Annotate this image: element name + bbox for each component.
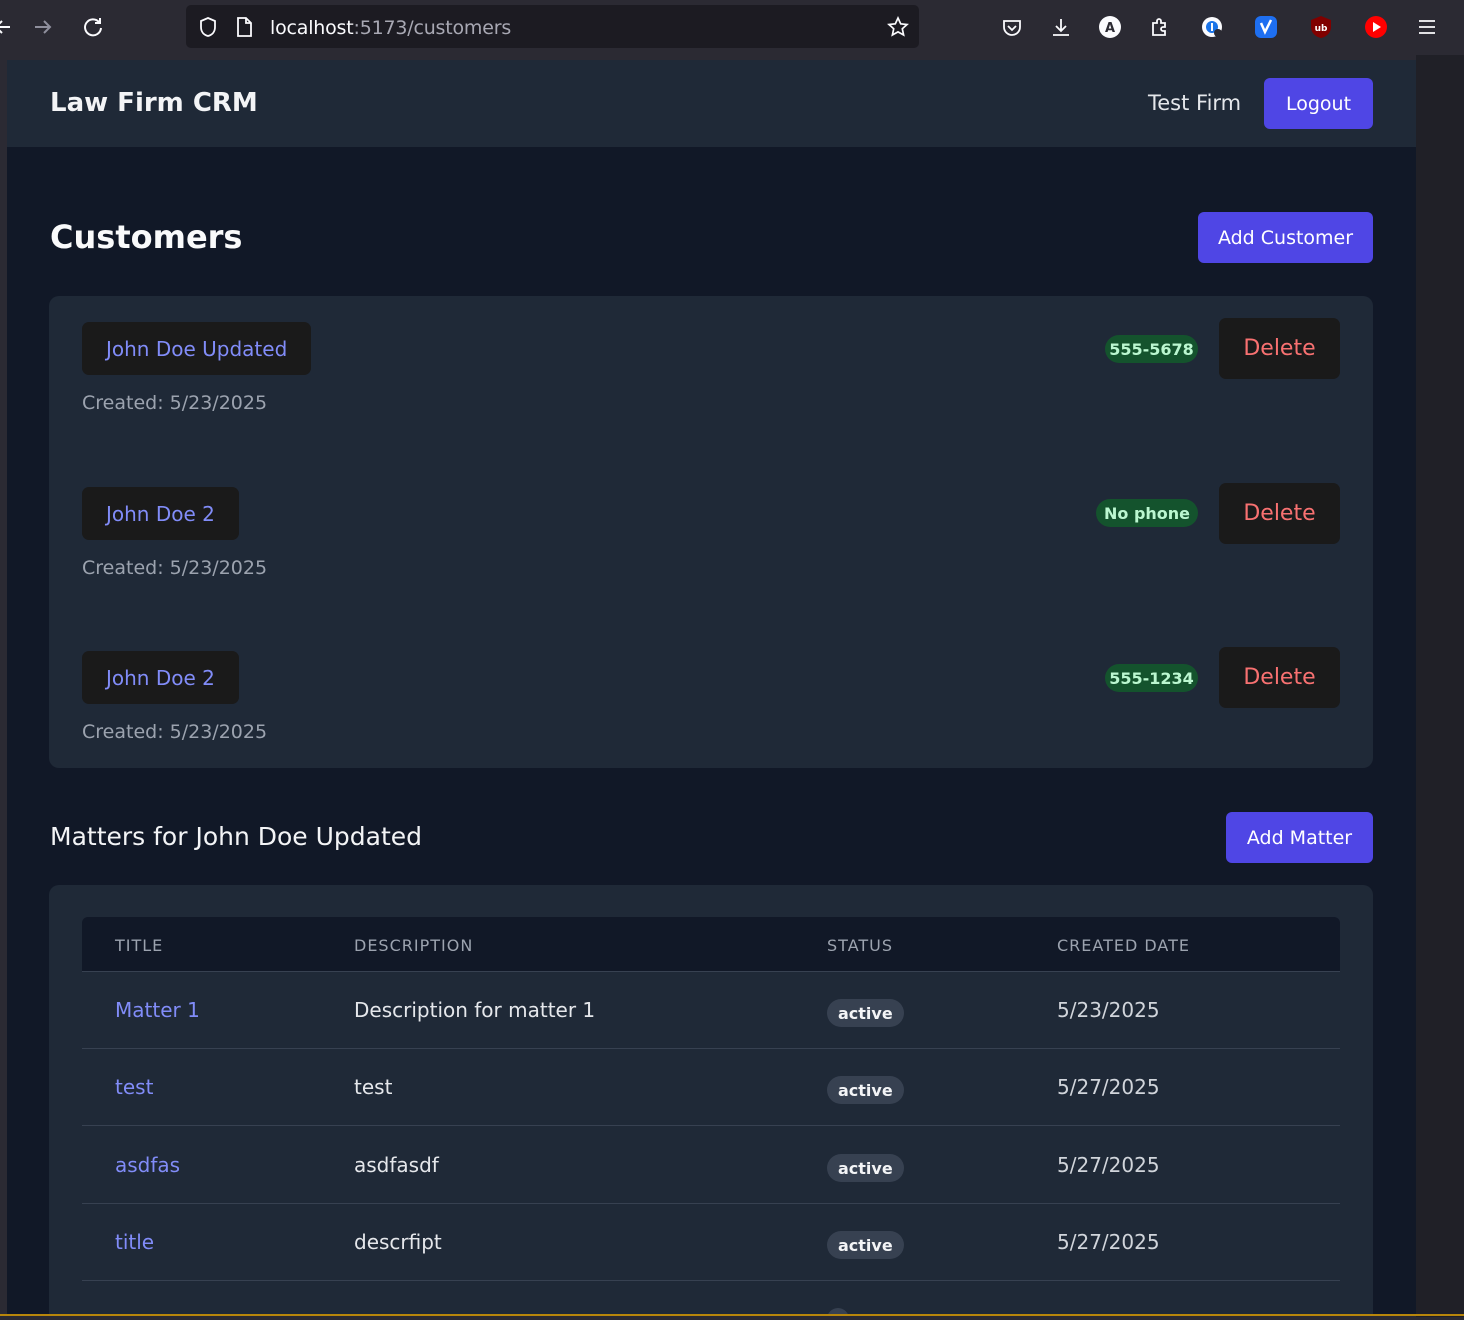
column-header-status: STATUS xyxy=(827,936,894,955)
matter-created-date: 5/27/2025 xyxy=(1057,1153,1160,1177)
status-badge: active xyxy=(827,999,904,1027)
logout-button[interactable]: Logout xyxy=(1264,78,1373,129)
pocket-icon[interactable] xyxy=(998,13,1026,41)
status-badge: active xyxy=(827,1076,904,1104)
phone-badge: No phone xyxy=(1096,499,1198,527)
customer-created-date: Created: 5/23/2025 xyxy=(82,721,268,743)
shield-icon[interactable] xyxy=(198,16,218,42)
download-icon[interactable] xyxy=(1047,13,1075,41)
matter-description: descrfipt xyxy=(354,1230,442,1254)
status-badge: active xyxy=(827,1231,904,1259)
customer-name-link[interactable]: John Doe 2 xyxy=(82,487,239,540)
vpn-extension-icon[interactable] xyxy=(1252,13,1280,41)
matter-description: test xyxy=(354,1075,393,1099)
side-gutter xyxy=(1416,55,1464,1317)
forward-icon[interactable] xyxy=(28,12,58,42)
table-row: title descrfipt active 5/27/2025 xyxy=(82,1204,1340,1281)
matter-created-date: 5/23/2025 xyxy=(1057,998,1160,1022)
matter-title-link[interactable]: asdfas xyxy=(115,1153,180,1177)
url-text: localhost:5173/customers xyxy=(270,17,512,39)
table-row: asdfas asdfasdf active 5/27/2025 xyxy=(82,1127,1340,1204)
column-header-description: DESCRIPTION xyxy=(354,936,474,955)
customer-name-link[interactable]: John Doe 2 xyxy=(82,651,239,704)
app-navbar: Law Firm CRM Test Firm Logout xyxy=(7,60,1416,147)
browser-toolbar: localhost:5173/customers A ub xyxy=(0,0,1464,55)
table-row: Matter 1 Description for matter 1 active… xyxy=(82,972,1340,1049)
bookmark-star-icon[interactable] xyxy=(887,15,909,42)
svg-text:A: A xyxy=(1105,21,1115,36)
matter-title-link[interactable]: test xyxy=(115,1075,153,1099)
table-row: test test active 5/27/2025 xyxy=(82,1049,1340,1126)
column-header-created-date: CREATED DATE xyxy=(1057,936,1191,955)
youtube-extension-icon[interactable] xyxy=(1362,13,1390,41)
extensions-puzzle-icon[interactable] xyxy=(1146,13,1174,41)
password-manager-icon[interactable] xyxy=(1198,13,1226,41)
page-title: Customers xyxy=(50,218,243,256)
back-icon[interactable] xyxy=(0,12,18,42)
delete-customer-button[interactable]: Delete xyxy=(1219,647,1340,708)
matter-title-link[interactable]: title xyxy=(115,1230,154,1254)
firm-name: Test Firm xyxy=(1148,91,1242,115)
svg-text:ub: ub xyxy=(1315,24,1328,34)
phone-badge: 555-1234 xyxy=(1105,664,1198,692)
matter-created-date: 5/27/2025 xyxy=(1057,1230,1160,1254)
table-header: TITLE DESCRIPTION STATUS CREATED DATE xyxy=(82,917,1340,972)
customer-created-date: Created: 5/23/2025 xyxy=(82,557,268,579)
matter-created-date: 5/27/2025 xyxy=(1057,1075,1160,1099)
url-bar[interactable]: localhost:5173/customers xyxy=(186,5,919,48)
window-bottom-border xyxy=(0,1314,1464,1316)
column-header-title: TITLE xyxy=(115,936,164,955)
menu-icon[interactable] xyxy=(1413,13,1441,41)
window-edge xyxy=(0,55,7,1317)
delete-customer-button[interactable]: Delete xyxy=(1219,483,1340,544)
app-viewport: Law Firm CRM Test Firm Logout Customers … xyxy=(7,60,1416,1316)
add-matter-button[interactable]: Add Matter xyxy=(1226,812,1373,863)
customer-list: John Doe Updated 555-5678 Delete Created… xyxy=(49,296,1373,768)
reload-icon[interactable] xyxy=(78,12,108,42)
page-icon xyxy=(234,16,254,42)
table-row xyxy=(82,1281,1340,1316)
ublock-icon[interactable]: ub xyxy=(1307,13,1335,41)
customer-name-link[interactable]: John Doe Updated xyxy=(82,322,312,375)
account-avatar-icon[interactable]: A xyxy=(1096,13,1124,41)
matter-title-link[interactable]: Matter 1 xyxy=(115,998,200,1022)
matters-title: Matters for John Doe Updated xyxy=(50,822,423,851)
customer-created-date: Created: 5/23/2025 xyxy=(82,392,268,414)
app-brand: Law Firm CRM xyxy=(50,88,258,118)
status-badge: active xyxy=(827,1154,904,1182)
matter-description: Description for matter 1 xyxy=(354,998,596,1022)
matter-description: asdfasdf xyxy=(354,1153,439,1177)
add-customer-button[interactable]: Add Customer xyxy=(1198,212,1373,263)
delete-customer-button[interactable]: Delete xyxy=(1219,318,1340,379)
phone-badge: 555-5678 xyxy=(1105,335,1198,363)
matters-card: TITLE DESCRIPTION STATUS CREATED DATE Ma… xyxy=(49,885,1373,1316)
